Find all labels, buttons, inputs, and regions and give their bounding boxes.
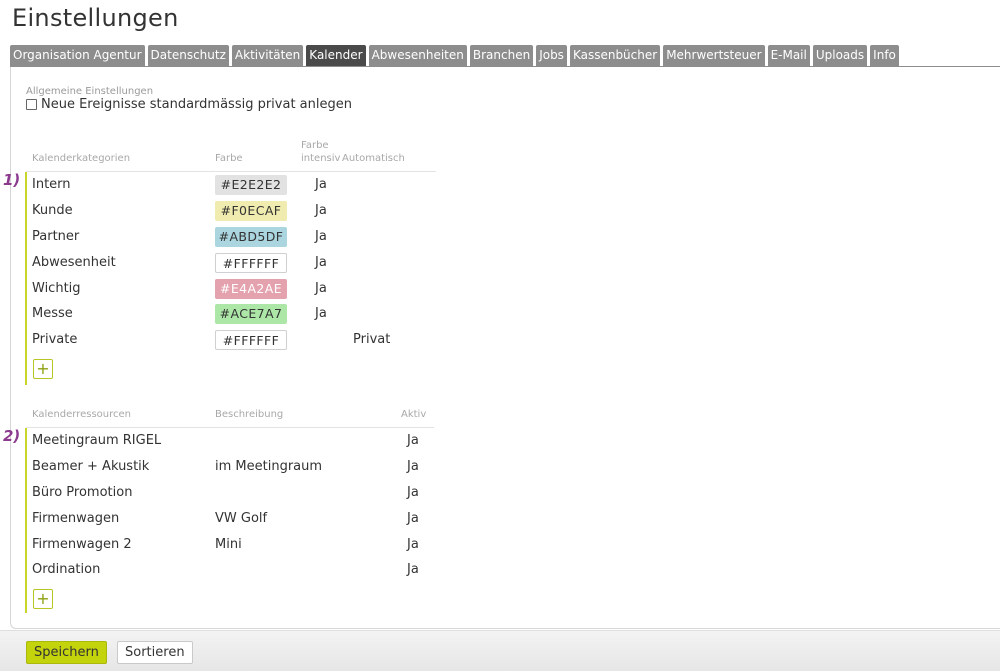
page-title: Einstellungen — [12, 4, 179, 32]
tab-info[interactable]: Info — [870, 45, 899, 66]
resource-active: Ja — [407, 511, 419, 526]
category-auto: Privat — [353, 332, 391, 347]
resources-header-name: Kalenderressourcen — [32, 409, 132, 420]
tab-email[interactable]: E-Mail — [767, 45, 810, 66]
category-name: Abwesenheit — [32, 255, 116, 270]
tab-abwesenheiten[interactable]: Abwesenheiten — [368, 45, 467, 66]
categories-header-auto: Automatisch — [342, 153, 405, 164]
categories-header-name: Kalenderkategorien — [32, 153, 131, 164]
sort-button[interactable]: Sortieren — [117, 641, 193, 664]
category-name: Private — [32, 332, 78, 347]
resources-header-description: Beschreibung — [215, 409, 284, 420]
category-intensive: Ja — [315, 255, 327, 270]
resource-active: Ja — [407, 537, 419, 552]
resource-name: Meetingraum RIGEL — [32, 433, 162, 448]
tab-kalender[interactable]: Kalender — [306, 45, 366, 66]
tab-datenschutz[interactable]: Datenschutz — [147, 45, 229, 66]
resources-header-active: Aktiv — [401, 409, 427, 420]
resource-active: Ja — [407, 433, 419, 448]
categories-marker: 1) — [3, 171, 21, 189]
category-intensive: Ja — [315, 203, 327, 218]
save-button[interactable]: Speichern — [26, 641, 107, 664]
resource-description: im Meetingraum — [215, 459, 323, 474]
tab-organisation-agentur[interactable]: Organisation Agentur — [10, 45, 145, 66]
category-color-swatch[interactable]: #FFFFFF — [215, 253, 287, 273]
resources-header-divider — [26, 427, 434, 428]
categories-header-intensive-1: Farbe — [301, 140, 329, 151]
category-intensive: Ja — [315, 229, 327, 244]
resource-name: Firmenwagen 2 — [32, 537, 132, 552]
settings-tabbar: Organisation Agentur Datenschutz Aktivit… — [10, 45, 899, 66]
resource-active: Ja — [407, 562, 419, 577]
resource-active: Ja — [407, 459, 419, 474]
category-name: Wichtig — [32, 281, 81, 296]
resource-name: Büro Promotion — [32, 485, 133, 500]
private-default-label[interactable]: Neue Ereignisse standardmässig privat an… — [41, 97, 352, 112]
category-name: Partner — [32, 229, 80, 244]
private-default-checkbox[interactable] — [26, 99, 37, 110]
tab-uploads[interactable]: Uploads — [812, 45, 868, 66]
category-color-swatch[interactable]: #ABD5DF — [215, 227, 287, 247]
category-color-swatch[interactable]: #E2E2E2 — [215, 175, 287, 195]
add-category-button[interactable]: + — [33, 359, 53, 379]
resources-marker: 2) — [3, 427, 21, 445]
category-name: Messe — [32, 306, 73, 321]
resources-accent-bar — [25, 428, 27, 613]
category-intensive: Ja — [315, 281, 327, 296]
tab-mehrwertsteuer[interactable]: Mehrwertsteuer — [663, 45, 765, 66]
tab-panel — [10, 67, 1000, 629]
resource-description: Mini — [215, 537, 242, 552]
categories-header-color: Farbe — [215, 153, 243, 164]
categories-header-divider — [26, 171, 436, 172]
resource-name: Ordination — [32, 562, 101, 577]
tab-branchen[interactable]: Branchen — [469, 45, 534, 66]
resource-active: Ja — [407, 485, 419, 500]
categories-header-intensive-2: intensiv — [301, 153, 341, 164]
add-resource-button[interactable]: + — [33, 589, 53, 609]
category-color-swatch[interactable]: #FFFFFF — [215, 330, 287, 350]
tab-aktivitaeten[interactable]: Aktivitäten — [231, 45, 304, 66]
private-default-row: Neue Ereignisse standardmässig privat an… — [26, 97, 352, 112]
general-settings-caption: Allgemeine Einstellungen — [26, 86, 154, 97]
category-color-swatch[interactable]: #F0ECAF — [215, 201, 287, 221]
category-name: Kunde — [32, 203, 73, 218]
category-intensive: Ja — [315, 177, 327, 192]
tab-kassenbuecher[interactable]: Kassenbücher — [569, 45, 661, 66]
category-name: Intern — [32, 177, 71, 192]
resource-description: VW Golf — [215, 511, 268, 526]
tab-jobs[interactable]: Jobs — [536, 45, 567, 66]
categories-accent-bar — [25, 172, 27, 385]
resource-name: Beamer + Akustik — [32, 459, 150, 474]
category-color-swatch[interactable]: #E4A2AE — [215, 279, 287, 299]
resource-name: Firmenwagen — [32, 511, 120, 526]
category-color-swatch[interactable]: #ACE7A7 — [215, 304, 287, 324]
category-intensive: Ja — [315, 306, 327, 321]
